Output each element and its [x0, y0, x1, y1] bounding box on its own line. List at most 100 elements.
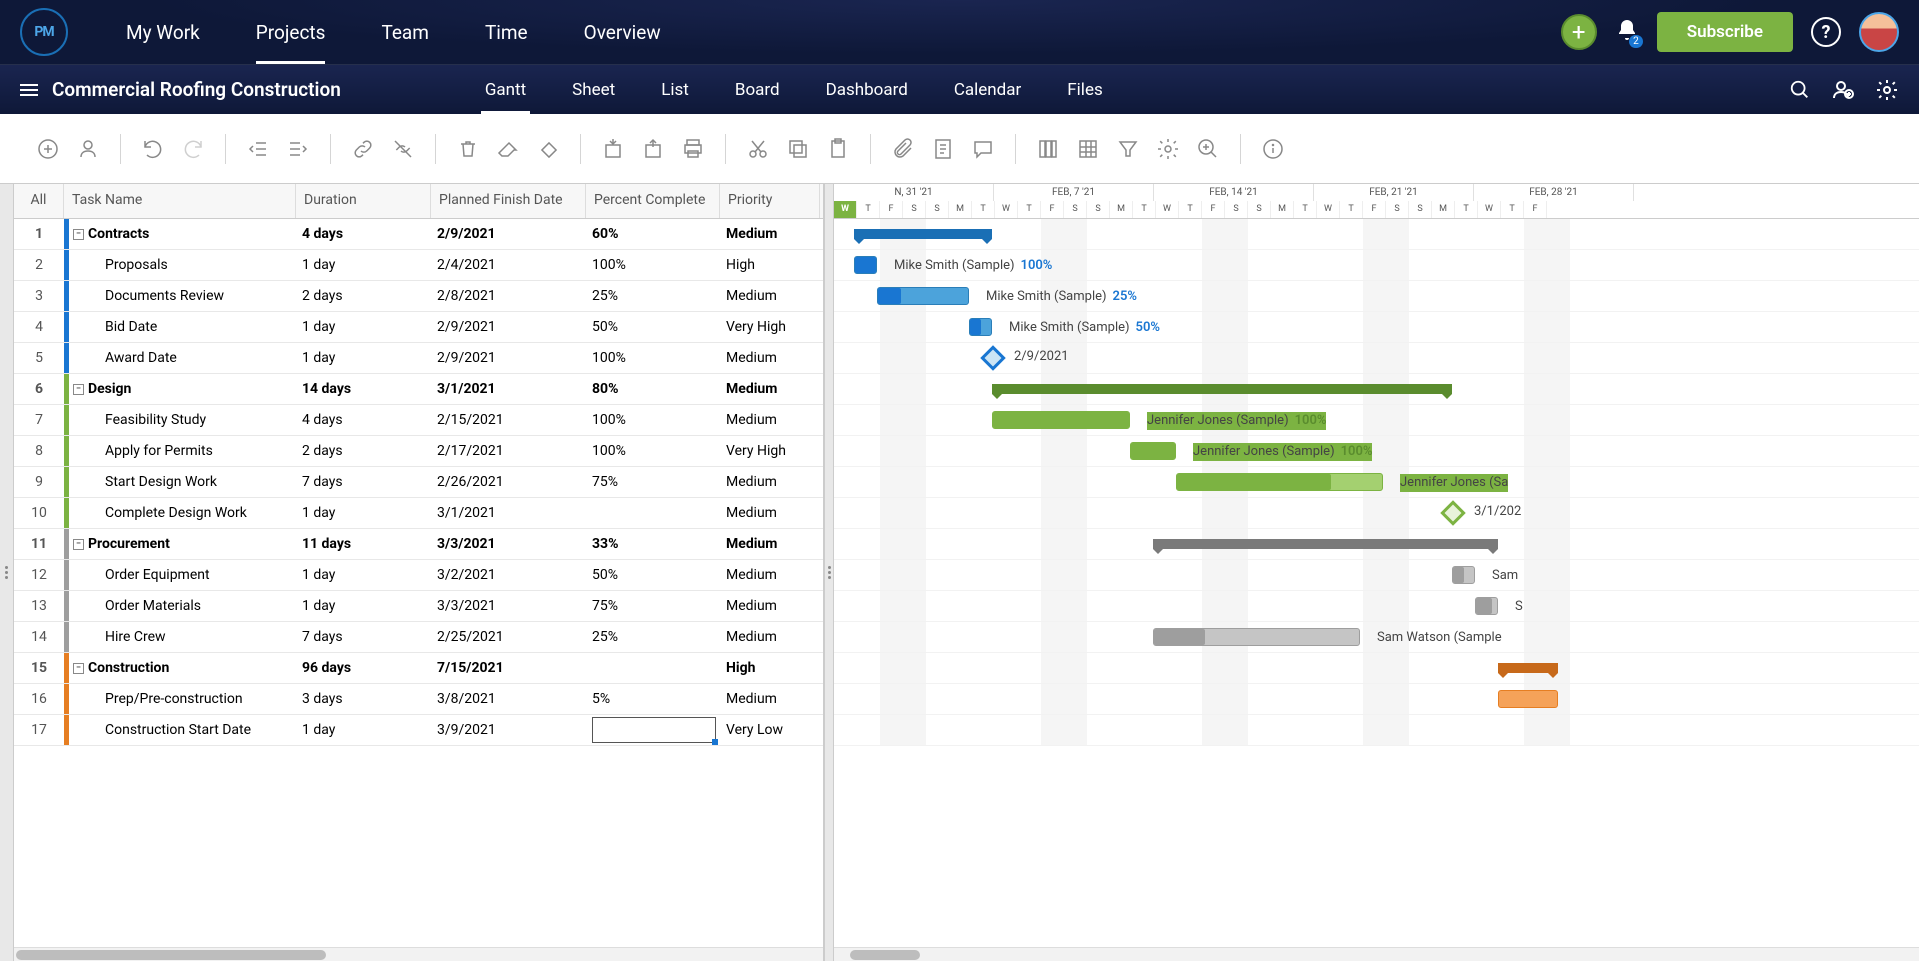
collapse-icon[interactable]: − [73, 663, 84, 674]
gantt-row[interactable]: 2/9/2021 [834, 343, 1919, 374]
cell-finish[interactable]: 7/15/2021 [431, 660, 586, 676]
cell-priority[interactable]: Medium [720, 226, 820, 242]
collapse-icon[interactable]: − [73, 539, 84, 550]
cell-name[interactable]: Construction Start Date [69, 722, 296, 738]
summary-bar[interactable] [854, 229, 992, 239]
table-row[interactable]: 12Order Equipment1 day3/2/202150%Medium [14, 560, 823, 591]
paste-icon[interactable] [824, 135, 852, 163]
table-row[interactable]: 15−Construction96 days7/15/2021High [14, 653, 823, 684]
gantt-row[interactable] [834, 715, 1919, 746]
cell-percent[interactable]: 80% [586, 381, 720, 397]
task-bar[interactable]: Jennifer Jones (Sa [1176, 473, 1383, 491]
column-name[interactable]: Task Name [64, 184, 296, 218]
cell-duration[interactable]: 2 days [296, 288, 431, 304]
nav-team[interactable]: Team [353, 1, 457, 64]
collapse-icon[interactable]: − [73, 229, 84, 240]
tab-calendar[interactable]: Calendar [950, 66, 1025, 114]
gantt-row[interactable] [834, 653, 1919, 684]
table-row[interactable]: 1−Contracts4 days2/9/202160%Medium [14, 219, 823, 250]
cell-priority[interactable]: Medium [720, 567, 820, 583]
undo-icon[interactable] [139, 135, 167, 163]
left-rail[interactable] [0, 184, 14, 961]
cell-priority[interactable]: High [720, 660, 820, 676]
cell-duration[interactable]: 4 days [296, 226, 431, 242]
cell-duration[interactable]: 1 day [296, 319, 431, 335]
cell-duration[interactable]: 1 day [296, 567, 431, 583]
print-icon[interactable] [679, 135, 707, 163]
cell-priority[interactable]: Medium [720, 598, 820, 614]
cell-percent[interactable]: 5% [586, 691, 720, 707]
tab-sheet[interactable]: Sheet [568, 66, 619, 114]
cell-percent[interactable]: 33% [586, 536, 720, 552]
delete-icon[interactable] [454, 135, 482, 163]
column-percent[interactable]: Percent Complete [586, 184, 720, 218]
cell-finish[interactable]: 2/9/2021 [431, 350, 586, 366]
table-row[interactable]: 9Start Design Work7 days2/26/202175%Medi… [14, 467, 823, 498]
task-bar[interactable]: Sam [1452, 566, 1475, 584]
cell-name[interactable]: Documents Review [69, 288, 296, 304]
gantt-row[interactable] [834, 684, 1919, 715]
cell-duration[interactable]: 4 days [296, 412, 431, 428]
cut-icon[interactable] [744, 135, 772, 163]
cell-name[interactable]: Order Materials [69, 598, 296, 614]
cell-priority[interactable]: Very High [720, 443, 820, 459]
info-icon[interactable] [1259, 135, 1287, 163]
cell-percent[interactable]: 75% [586, 474, 720, 490]
gantt-scrollbar[interactable] [834, 947, 1919, 961]
search-icon[interactable] [1789, 79, 1811, 101]
cell-duration[interactable]: 1 day [296, 505, 431, 521]
zoom-icon[interactable] [1194, 135, 1222, 163]
cell-duration[interactable]: 14 days [296, 381, 431, 397]
notes-icon[interactable] [929, 135, 957, 163]
cell-percent[interactable]: 100% [586, 257, 720, 273]
cell-duration[interactable]: 1 day [296, 722, 431, 738]
gantt-row[interactable] [834, 529, 1919, 560]
tab-files[interactable]: Files [1063, 66, 1106, 114]
unlink-icon[interactable] [389, 135, 417, 163]
table-row[interactable]: 13Order Materials1 day3/3/202175%Medium [14, 591, 823, 622]
nav-my-work[interactable]: My Work [98, 1, 228, 64]
cell-priority[interactable]: High [720, 257, 820, 273]
add-row-icon[interactable] [34, 135, 62, 163]
tab-dashboard[interactable]: Dashboard [822, 66, 912, 114]
cell-duration[interactable]: 96 days [296, 660, 431, 676]
gantt-row[interactable]: S [834, 591, 1919, 622]
cell-duration[interactable]: 7 days [296, 474, 431, 490]
cell-finish[interactable]: 2/15/2021 [431, 412, 586, 428]
outdent-icon[interactable] [244, 135, 272, 163]
cell-duration[interactable]: 7 days [296, 629, 431, 645]
cell-duration[interactable]: 1 day [296, 350, 431, 366]
filter-icon[interactable] [1114, 135, 1142, 163]
table-row[interactable]: 7Feasibility Study4 days2/15/2021100%Med… [14, 405, 823, 436]
gantt-row[interactable]: 3/1/202 [834, 498, 1919, 529]
cell-finish[interactable]: 3/3/2021 [431, 536, 586, 552]
cell-percent[interactable]: 50% [586, 567, 720, 583]
attachment-icon[interactable] [889, 135, 917, 163]
nav-projects[interactable]: Projects [228, 1, 354, 64]
milestone-marker[interactable] [1440, 500, 1465, 525]
gantt-row[interactable] [834, 374, 1919, 405]
task-bar[interactable]: S [1475, 597, 1498, 615]
cell-priority[interactable]: Very Low [720, 722, 820, 738]
export-icon[interactable] [639, 135, 667, 163]
summary-bar[interactable] [992, 384, 1452, 394]
cell-finish[interactable]: 2/8/2021 [431, 288, 586, 304]
task-bar[interactable]: Mike Smith (Sample)25% [877, 287, 969, 305]
task-bar[interactable]: Jennifer Jones (Sample)100% [992, 411, 1130, 429]
columns-icon[interactable] [1034, 135, 1062, 163]
task-bar[interactable]: Mike Smith (Sample)50% [969, 318, 992, 336]
cell-finish[interactable]: 2/4/2021 [431, 257, 586, 273]
cell-finish[interactable]: 2/17/2021 [431, 443, 586, 459]
cell-percent[interactable]: 75% [586, 598, 720, 614]
cell-finish[interactable]: 3/1/2021 [431, 505, 586, 521]
cell-name[interactable]: −Contracts [69, 226, 296, 242]
gear-icon[interactable] [1154, 135, 1182, 163]
cell-priority[interactable]: Medium [720, 412, 820, 428]
percent-editor[interactable] [592, 717, 716, 743]
task-bar[interactable]: Jennifer Jones (Sample)100% [1130, 442, 1176, 460]
cell-name[interactable]: Hire Crew [69, 629, 296, 645]
gantt-row[interactable]: Jennifer Jones (Sample)100% [834, 436, 1919, 467]
cell-duration[interactable]: 1 day [296, 598, 431, 614]
gantt-row[interactable]: Mike Smith (Sample)25% [834, 281, 1919, 312]
cell-duration[interactable]: 2 days [296, 443, 431, 459]
